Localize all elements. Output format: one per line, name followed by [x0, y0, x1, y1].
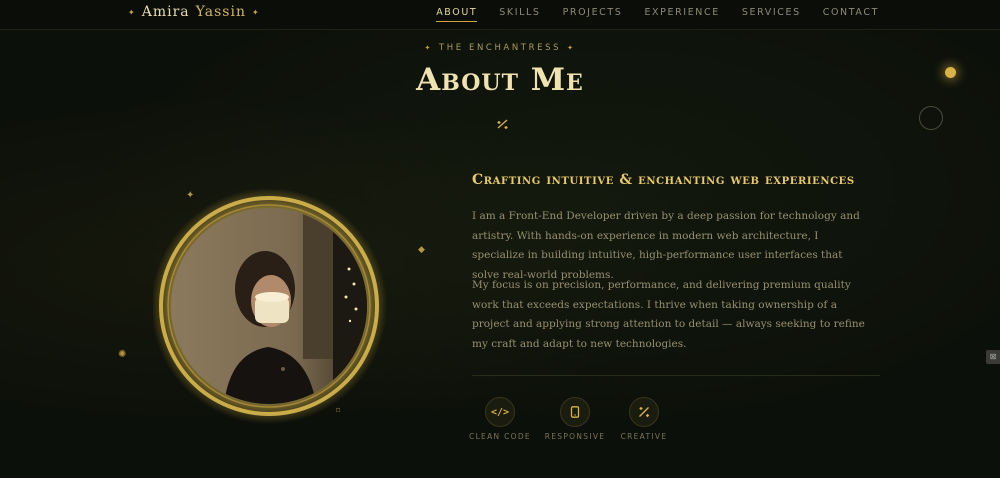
section-eyebrow: ✦ THE ENCHANTRESS ✦ [0, 43, 1000, 53]
nav-link-projects[interactable]: PROJECTS [563, 7, 623, 22]
about-page: ✦ Amira Yassin ✦ ABOUT SKILLS PROJECTS E… [0, 0, 1000, 478]
glowing-orb [945, 67, 956, 78]
feature-label: RESPONSIVE [544, 432, 606, 441]
side-panel-handle[interactable]: ⊠ [986, 350, 1000, 364]
feature-clean-code: </> CLEAN CODE [465, 397, 535, 441]
sparkle-icon: ✺ [118, 349, 127, 360]
top-navbar: ✦ Amira Yassin ✦ ABOUT SKILLS PROJECTS E… [0, 0, 1000, 30]
nav-link-experience[interactable]: EXPERIENCE [644, 7, 719, 22]
feature-responsive: RESPONSIVE [540, 397, 610, 441]
eyebrow-text: THE ENCHANTRESS [438, 43, 562, 53]
nav-link-about[interactable]: ABOUT [436, 7, 478, 22]
section-divider [472, 375, 880, 376]
page-title: About Me [416, 62, 584, 98]
mobile-icon [560, 397, 590, 427]
diamond-icon: ✦ [567, 44, 576, 52]
sparkle-icon: ✦ [128, 7, 136, 17]
code-icon: </> [485, 397, 515, 427]
nav-link-skills[interactable]: SKILLS [499, 7, 540, 22]
nav-link-services[interactable]: SERVICES [742, 7, 801, 22]
diamond-icon: ✦ [424, 44, 433, 52]
about-paragraph: My focus is on precision, performance, a… [472, 279, 865, 350]
brand-first-name: Amira [141, 4, 190, 20]
nav-link-contact[interactable]: CONTACT [823, 7, 879, 22]
magic-wand-icon [629, 397, 659, 427]
nav-links: ABOUT SKILLS PROJECTS EXPERIENCE SERVICE… [436, 7, 879, 22]
theme-toggle-button[interactable] [919, 106, 943, 130]
portrait-image [153, 189, 387, 424]
portrait-frame [153, 189, 393, 425]
feature-creative: CREATIVE [609, 397, 679, 441]
sparkle-icon: ✦ [251, 7, 260, 17]
magic-wand-icon [497, 119, 508, 129]
about-subheading: Crafting intuitive & enchanting web expe… [472, 172, 855, 188]
sparkle-icon: ◆ [418, 245, 425, 255]
ornament-divider [435, 119, 570, 129]
brand-last-name: Yassin [195, 4, 246, 20]
feature-label: CLEAN CODE [469, 432, 531, 441]
feature-label: CREATIVE [620, 432, 668, 441]
brand-logo[interactable]: ✦ Amira Yassin ✦ [128, 4, 260, 20]
about-paragraph: I am a Front-End Developer driven by a d… [472, 210, 860, 281]
